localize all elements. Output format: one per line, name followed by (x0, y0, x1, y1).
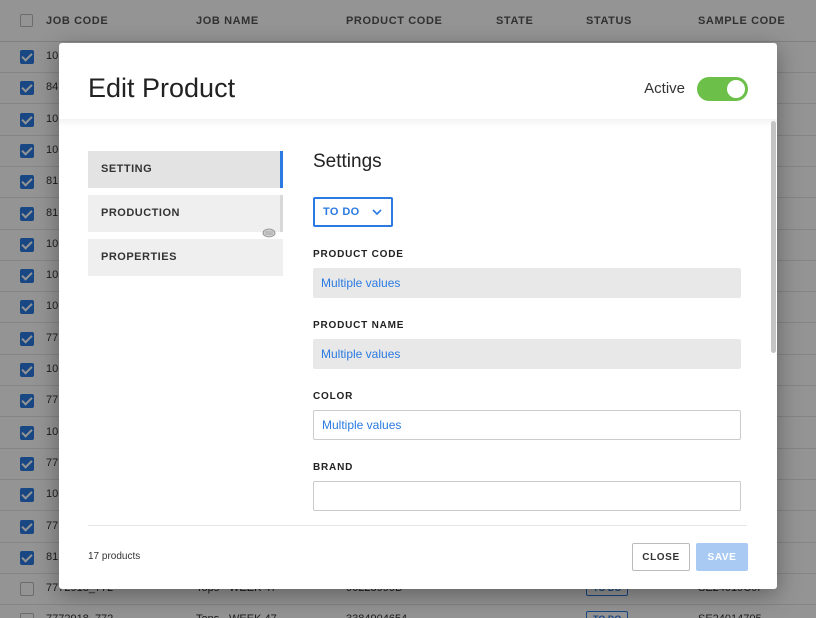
settings-panel: Settings TO DO PRODUCT CODE Multiple val… (313, 151, 743, 521)
content-scrollbar[interactable] (771, 121, 776, 353)
save-button[interactable]: SAVE (696, 543, 748, 571)
product-code-label: PRODUCT CODE (313, 249, 404, 260)
status-dropdown[interactable]: TO DO (313, 197, 393, 227)
color-label: COLOR (313, 391, 354, 402)
header-divider (59, 119, 777, 127)
toggle-knob (727, 80, 745, 98)
nav-item-production[interactable]: PRODUCTION (88, 195, 283, 238)
product-code-field: Multiple values (313, 268, 741, 298)
footer-divider (88, 525, 747, 526)
edit-product-modal: Edit Product Active SETTING PRODUCTION P… (59, 43, 777, 589)
brand-label: BRAND (313, 462, 354, 473)
status-dropdown-value: TO DO (323, 206, 360, 218)
side-nav: SETTING PRODUCTION PROPERTIES (88, 151, 283, 283)
product-name-field: Multiple values (313, 339, 741, 369)
chevron-down-icon (372, 209, 382, 216)
nav-item-label: PRODUCTION (101, 207, 180, 219)
active-label: Active (644, 80, 685, 97)
product-count: 17 products (88, 551, 141, 562)
color-field[interactable]: Multiple values (313, 410, 741, 440)
section-title: Settings (313, 151, 382, 172)
active-toggle[interactable] (697, 77, 748, 101)
hand-cursor-icon (262, 228, 276, 238)
nav-item-setting[interactable]: SETTING (88, 151, 283, 188)
modal-title: Edit Product (88, 73, 236, 103)
close-button[interactable]: CLOSE (632, 543, 690, 571)
nav-item-properties[interactable]: PROPERTIES (88, 239, 283, 276)
brand-field[interactable] (313, 481, 741, 511)
product-name-label: PRODUCT NAME (313, 320, 405, 331)
